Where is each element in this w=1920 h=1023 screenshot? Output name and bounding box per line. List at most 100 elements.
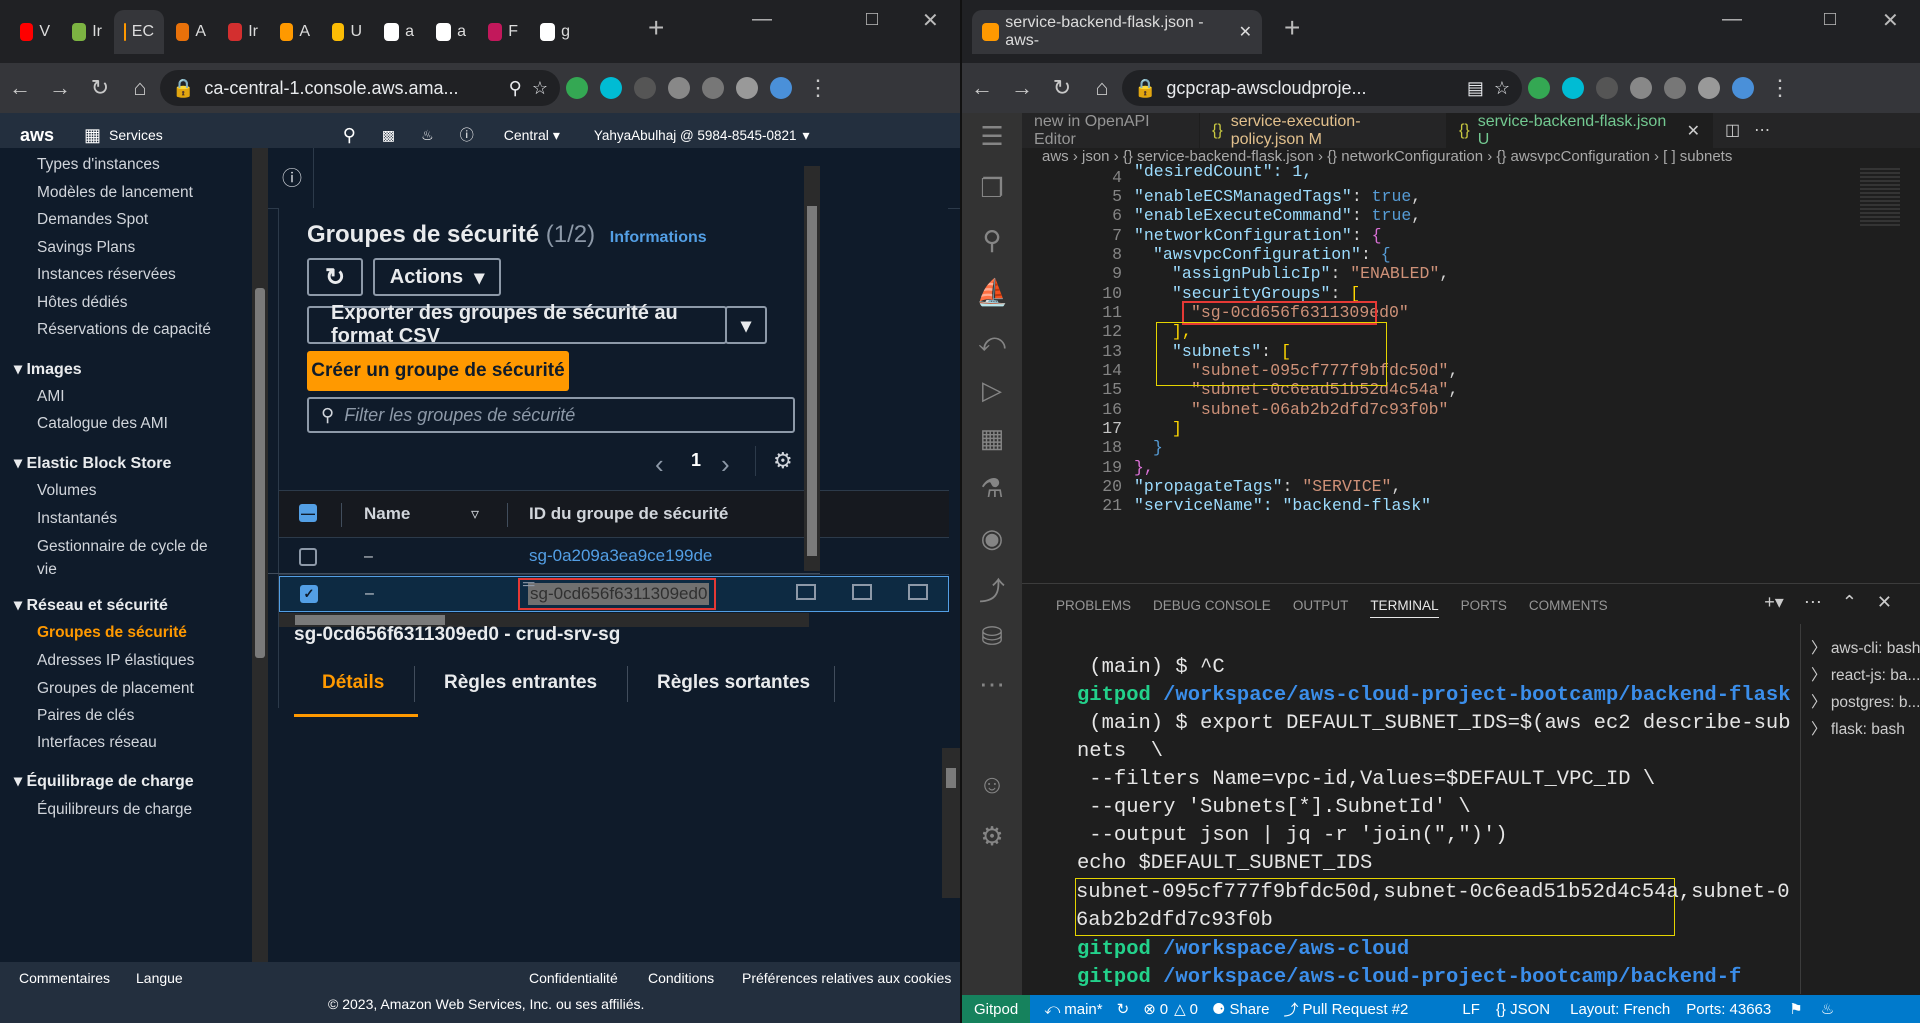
- bell-icon[interactable]: ♨: [421, 127, 434, 144]
- star-icon[interactable]: ☆: [532, 78, 548, 99]
- minimap[interactable]: [1860, 168, 1900, 228]
- extension-icon[interactable]: [566, 77, 588, 99]
- source-control-icon[interactable]: ⤺: [976, 327, 1008, 359]
- sidebar-item[interactable]: AMI: [37, 387, 65, 407]
- scroll-thumb[interactable]: [946, 768, 956, 788]
- manage-gear-icon[interactable]: ⚙: [976, 821, 1008, 853]
- language-link[interactable]: Langue: [136, 970, 183, 986]
- region-selector[interactable]: Central: [504, 127, 549, 143]
- database-icon[interactable]: ⛁: [976, 621, 1008, 653]
- close-icon[interactable]: ✕: [1239, 22, 1252, 42]
- table-row[interactable]: – sg-0a209a3ea9ce199de: [279, 539, 949, 575]
- sidebar-item[interactable]: Modèles de lancement: [37, 183, 193, 203]
- media-icon[interactable]: [702, 77, 724, 99]
- account-icon[interactable]: ☺: [976, 769, 1008, 801]
- sidebar-item[interactable]: vie: [37, 560, 57, 580]
- feedback-link[interactable]: Commentaires: [19, 970, 110, 986]
- forward-icon[interactable]: →: [40, 75, 80, 101]
- pull-request-status[interactable]: Pull Request #2: [1303, 1001, 1409, 1018]
- browser-tab[interactable]: A: [166, 10, 216, 54]
- hamburger-menu-icon[interactable]: ☰: [976, 121, 1008, 153]
- puzzle-icon[interactable]: [1630, 77, 1652, 99]
- terminal-item[interactable]: 〉 postgres: b...: [1811, 690, 1920, 712]
- layout-icon[interactable]: [908, 584, 928, 600]
- next-page-icon[interactable]: ›: [721, 449, 730, 480]
- minimize-button[interactable]: —: [1722, 8, 1742, 31]
- new-tab-button[interactable]: +: [1284, 12, 1300, 44]
- avatar[interactable]: [1732, 77, 1754, 99]
- add-terminal-icon[interactable]: +▾: [1764, 592, 1784, 613]
- docker-icon[interactable]: ⛵: [976, 277, 1008, 309]
- address-bar[interactable]: 🔒 ca-central-1.console.aws.ama... ⚲ ☆: [160, 70, 560, 106]
- services-menu[interactable]: Services: [109, 127, 163, 143]
- create-security-group-button[interactable]: Créer un groupe de sécurité: [307, 351, 569, 391]
- tab-openapi[interactable]: new in OpenAPI Editor: [1022, 113, 1200, 148]
- privacy-link[interactable]: Confidentialité: [529, 970, 618, 986]
- sidebar-item[interactable]: Types d'instances: [37, 155, 160, 175]
- browser-tab[interactable]: a: [374, 10, 424, 54]
- testing-icon[interactable]: ⚗: [976, 473, 1008, 505]
- error-count[interactable]: 0: [1160, 1001, 1168, 1018]
- services-grid-icon[interactable]: ▦: [84, 125, 101, 146]
- sidebar-item[interactable]: Équilibreurs de charge: [37, 800, 192, 820]
- sidebar-item[interactable]: Gestionnaire de cycle de: [37, 537, 208, 557]
- row-checkbox[interactable]: [299, 548, 317, 566]
- tab-ports[interactable]: PORTS: [1461, 598, 1507, 618]
- actions-button[interactable]: Actions ▾: [373, 258, 501, 296]
- back-icon[interactable]: ←: [0, 75, 40, 101]
- conditions-link[interactable]: Conditions: [648, 970, 714, 986]
- keyboard-layout-status[interactable]: Layout: French: [1570, 1001, 1670, 1018]
- more-actions-icon[interactable]: ⋯: [1754, 113, 1770, 148]
- tab-backend-flask[interactable]: {} service-backend-flask.json U ✕: [1447, 113, 1713, 148]
- extension-icon[interactable]: [600, 77, 622, 99]
- tab-outbound-rules[interactable]: Règles sortantes: [657, 672, 810, 694]
- maximize-button[interactable]: □: [866, 8, 878, 31]
- terminal-item[interactable]: 〉 aws-cli: bash: [1811, 636, 1920, 658]
- zoom-icon[interactable]: ⚲: [509, 78, 522, 99]
- tab-debug-console[interactable]: DEBUG CONSOLE: [1153, 598, 1271, 618]
- column-header-name[interactable]: Name: [364, 504, 410, 524]
- sync-icon[interactable]: ↻: [1117, 1000, 1130, 1018]
- explorer-icon[interactable]: ❐: [976, 173, 1008, 205]
- share-status[interactable]: Share: [1229, 1001, 1269, 1018]
- detail-v-scrollbar[interactable]: [942, 748, 960, 898]
- extension-icon[interactable]: [1562, 77, 1584, 99]
- close-button[interactable]: ✕: [922, 8, 939, 33]
- close-button[interactable]: ✕: [1882, 8, 1899, 33]
- feedback-icon[interactable]: ⚑: [1789, 1000, 1802, 1018]
- row-id-selected-text[interactable]: sg-0cd656f6311309ed0: [528, 583, 710, 605]
- table-row-selected[interactable]: ✓ – sg-0cd656f6311309ed0: [279, 576, 949, 612]
- extension-icon[interactable]: [1528, 77, 1550, 99]
- row-id-link[interactable]: sg-0a209a3ea9ce199de: [529, 546, 712, 566]
- tab-output[interactable]: OUTPUT: [1293, 598, 1349, 618]
- more-icon[interactable]: ⋯: [976, 669, 1008, 701]
- puzzle-icon[interactable]: [668, 77, 690, 99]
- sidebar-item[interactable]: Hôtes dédiés: [37, 293, 127, 313]
- filter-input[interactable]: ⚲ Filter les groupes de sécurité: [307, 397, 795, 433]
- menu-icon[interactable]: ⋮: [1760, 75, 1800, 101]
- tab-comments[interactable]: COMMENTS: [1529, 598, 1608, 618]
- code-editor[interactable]: 4 5 6 7 8 9 10 11 12 13 14 15 16 17 18 1…: [1022, 162, 1920, 583]
- sidebar-item[interactable]: Instantanés: [37, 509, 117, 529]
- translate-icon[interactable]: ▤: [1467, 78, 1484, 99]
- browser-tab[interactable]: Ir: [62, 10, 112, 54]
- gitpod-button[interactable]: Gitpod: [962, 995, 1031, 1023]
- info-icon[interactable]: ⓘ: [268, 148, 314, 208]
- back-icon[interactable]: ←: [962, 75, 1002, 101]
- refresh-button[interactable]: ↻: [307, 258, 363, 296]
- split-divider[interactable]: [268, 573, 820, 574]
- sidepanel-icon[interactable]: [736, 77, 758, 99]
- branch-status[interactable]: main*: [1064, 1001, 1102, 1018]
- avatar[interactable]: [770, 77, 792, 99]
- section-ebs[interactable]: ▾ Elastic Block Store: [14, 453, 171, 473]
- browser-tab[interactable]: a: [426, 10, 476, 54]
- layout-icon[interactable]: [852, 584, 872, 600]
- sidepanel-icon[interactable]: [1698, 77, 1720, 99]
- browser-tab[interactable]: g: [530, 10, 580, 54]
- address-bar[interactable]: 🔒 gcpcrap-awscloudproje... ▤ ☆: [1122, 70, 1522, 106]
- pull-request-icon[interactable]: ⤴: [976, 571, 1008, 606]
- sidebar-item[interactable]: Savings Plans: [37, 238, 135, 258]
- row-checkbox-checked[interactable]: ✓: [300, 585, 318, 603]
- terminal-item[interactable]: 〉 react-js: ba...: [1811, 663, 1920, 685]
- section-network[interactable]: ▾ Réseau et sécurité: [14, 595, 168, 615]
